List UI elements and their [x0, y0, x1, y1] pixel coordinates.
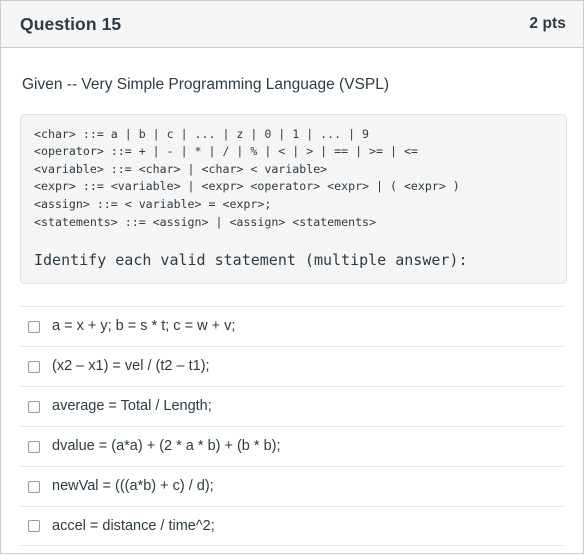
code-instruction: Identify each valid statement (multiple …: [34, 251, 468, 270]
question-header: Question 15 2 pts: [1, 1, 583, 48]
code-line: <char> ::= a | b | c | ... | z | 0 | 1 |…: [34, 126, 370, 141]
checkbox-icon[interactable]: [28, 400, 40, 413]
grammar-code-block: <char> ::= a | b | c | ... | z | 0 | 1 |…: [20, 113, 567, 285]
checkbox-icon[interactable]: [28, 520, 40, 533]
code-line: <assign> ::= < variable> = <expr>;: [34, 197, 272, 212]
checkbox-icon[interactable]: [28, 320, 40, 333]
answer-option[interactable]: accel = distance / time^2;: [20, 506, 564, 547]
answer-option[interactable]: (x2 – x1) = vel / (t2 – t1);: [20, 346, 564, 386]
points-badge: 2 pts: [529, 15, 566, 32]
answer-options-list: a = x + y; b = s * t; c = w + v; (x2 – x…: [20, 306, 564, 547]
question-body: Given -- Very Simple Programming Languag…: [1, 48, 583, 547]
checkbox-icon[interactable]: [28, 440, 40, 453]
question-prompt: Given -- Very Simple Programming Languag…: [22, 76, 389, 93]
answer-option-label: (x2 – x1) = vel / (t2 – t1);: [52, 358, 210, 375]
answer-option[interactable]: a = x + y; b = s * t; c = w + v;: [20, 306, 564, 346]
answer-option[interactable]: dvalue = (a*a) + (2 * a * b) + (b * b);: [20, 426, 564, 466]
page-title: Question 15: [20, 13, 122, 34]
answer-option-label: a = x + y; b = s * t; c = w + v;: [52, 318, 236, 335]
answer-option[interactable]: newVal = (((a*b) + c) / d);: [20, 466, 564, 506]
code-line: <operator> ::= + | - | * | / | % | < | >…: [34, 144, 418, 159]
code-line: <expr> ::= <variable> | <expr> <operator…: [34, 179, 460, 194]
code-line: <variable> ::= <char> | <char> < variabl…: [34, 161, 328, 176]
question-card: Question 15 2 pts Given -- Very Simple P…: [0, 0, 584, 554]
answer-option[interactable]: average = Total / Length;: [20, 386, 564, 426]
checkbox-icon[interactable]: [28, 480, 40, 493]
answer-option-label: dvalue = (a*a) + (2 * a * b) + (b * b);: [52, 438, 281, 455]
code-line: <statements> ::= <assign> | <assign> <st…: [34, 214, 377, 229]
answer-option-label: average = Total / Length;: [52, 398, 212, 415]
answer-option-label: accel = distance / time^2;: [52, 517, 215, 534]
answer-option-label: newVal = (((a*b) + c) / d);: [52, 478, 214, 495]
checkbox-icon[interactable]: [28, 360, 40, 373]
